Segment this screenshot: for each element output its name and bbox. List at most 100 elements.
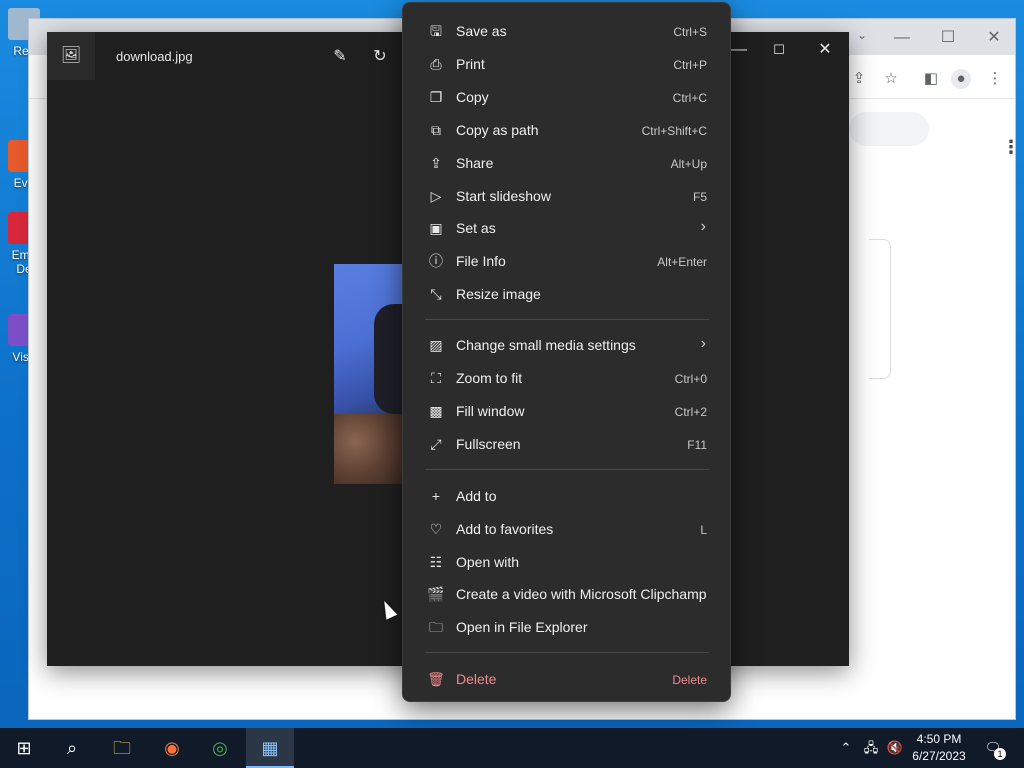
side-panel-icon[interactable]: ◧ xyxy=(921,69,941,89)
photos-taskbar-icon[interactable]: ▦ xyxy=(246,728,294,768)
menu-item-label: Change small media settings xyxy=(456,337,636,353)
context-menu: 🖫 Save as Ctrl+S ⎙ Print Ctrl+P ❐ Copy Ctrl+C ⧉ Co… xyxy=(402,2,731,702)
fill-window-icon: ▩ xyxy=(429,403,443,419)
menu-item-shortcut: Delete xyxy=(672,673,707,687)
menu-item-save-as[interactable]: 🖫 Save as Ctrl+S xyxy=(407,15,726,47)
media-settings-icon: ▨ xyxy=(429,337,443,353)
content-card xyxy=(869,239,891,379)
menu-item-add-to-favorites[interactable]: ♡ Add to favorites L xyxy=(407,513,726,545)
menu-item-shortcut: Ctrl+C xyxy=(672,91,707,105)
date-text: 6/27/2023 xyxy=(912,749,966,763)
menu-item-shortcut: Ctrl+P xyxy=(673,58,707,72)
chrome-close-icon[interactable]: ✕ xyxy=(971,25,1017,51)
menu-item-copy[interactable]: ❐ Copy Ctrl+C xyxy=(407,81,726,113)
show-hidden-icons-icon[interactable]: ⌃ xyxy=(836,728,856,768)
menu-item-shortcut: Ctrl+0 xyxy=(674,372,707,386)
menu-item-label: Add to favorites xyxy=(456,521,554,537)
menu-item-label: Copy xyxy=(456,89,489,105)
menu-item-delete[interactable]: 🗑 Delete Delete xyxy=(407,663,726,695)
fullscreen-icon: ⤢ xyxy=(430,436,442,452)
clock[interactable]: 4:50 PM 6/27/2023 xyxy=(906,731,972,765)
menu-item-label: Copy as path xyxy=(456,122,539,138)
share-page-icon[interactable]: ⇪ xyxy=(849,69,869,89)
menu-item-zoom-to-fit[interactable]: ⛶ Zoom to fit Ctrl+0 xyxy=(407,362,726,394)
rotate-icon[interactable]: ↻ xyxy=(369,46,391,68)
menu-item-create-a-video-with-microsoft-clipchamp[interactable]: 🎬 Create a video with Microsoft Clipchamp xyxy=(407,578,726,610)
chrome-maximize-icon[interactable]: ☐ xyxy=(925,25,971,51)
add-icon: + xyxy=(431,488,441,504)
menu-item-copy-as-path[interactable]: ⧉ Copy as path Ctrl+Shift+C xyxy=(407,114,726,146)
chevron-right-icon: › xyxy=(700,335,706,352)
menu-item-fullscreen[interactable]: ⤢ Fullscreen F11 xyxy=(407,428,726,460)
chevron-right-icon: › xyxy=(700,218,706,235)
menu-item-label: Open in File Explorer xyxy=(456,619,588,635)
menu-item-label: Add to xyxy=(456,488,497,504)
menu-item-label: Start slideshow xyxy=(456,188,551,204)
menu-item-print[interactable]: ⎙ Print Ctrl+P xyxy=(407,48,726,80)
menu-item-add-to[interactable]: + Add to xyxy=(407,480,726,512)
bookmark-star-icon[interactable]: ☆ xyxy=(881,69,901,89)
menu-item-set-as[interactable]: ▣ Set as › xyxy=(407,212,726,244)
displayed-photo xyxy=(334,264,404,484)
firefox-icon[interactable]: ◉ xyxy=(148,728,196,768)
resize-icon: ⤡ xyxy=(430,286,442,302)
close-icon[interactable]: ✕ xyxy=(805,38,845,62)
copy-icon: ❐ xyxy=(429,89,443,105)
menu-item-label: Delete xyxy=(456,671,497,687)
maximize-icon[interactable]: ☐ xyxy=(759,38,799,62)
menu-item-resize-image[interactable]: ⤡ Resize image xyxy=(407,278,726,310)
menu-item-shortcut: F5 xyxy=(692,190,707,204)
share-icon: ⇪ xyxy=(430,155,442,171)
file-name: download.jpg xyxy=(116,49,193,64)
menu-item-file-info[interactable]: ⓘ File Info Alt+Enter xyxy=(407,245,726,277)
chrome-minimize-icon[interactable]: — xyxy=(879,25,925,51)
taskbar: ⊞ ⌕ 🗀 ◉ ◎ ▦ ⌃ 🖧 🔇 4:50 PM 6/27/2023 🗨 1 xyxy=(0,728,1024,768)
menu-item-label: Resize image xyxy=(456,286,541,302)
photos-app-icon: 🖼 xyxy=(47,32,95,80)
menu-item-change-small-media-settings[interactable]: ▨ Change small media settings › xyxy=(407,329,726,361)
menu-separator xyxy=(425,319,709,320)
menu-item-start-slideshow[interactable]: ▷ Start slideshow F5 xyxy=(407,180,726,212)
menu-item-fill-window[interactable]: ▩ Fill window Ctrl+2 xyxy=(407,395,726,427)
print-icon: ⎙ xyxy=(430,56,442,72)
open-with-icon: ☷ xyxy=(429,554,443,570)
copy-path-icon: ⧉ xyxy=(431,122,441,138)
menu-item-label: Fullscreen xyxy=(456,436,521,452)
menu-item-open-with[interactable]: ☷ Open with xyxy=(407,546,726,578)
menu-item-shortcut: Ctrl+2 xyxy=(674,405,707,419)
menu-item-shortcut: Alt+Up xyxy=(670,157,707,171)
search-icon[interactable]: ⌕ xyxy=(48,728,96,768)
profile-avatar-icon[interactable]: ● xyxy=(951,69,971,89)
save-icon: 🖫 xyxy=(430,23,442,39)
search-pill[interactable] xyxy=(849,112,929,146)
start-button[interactable]: ⊞ xyxy=(0,728,48,768)
menu-item-label: Open with xyxy=(456,554,520,570)
menu-item-share[interactable]: ⇪ Share Alt+Up xyxy=(407,147,726,179)
network-icon[interactable]: 🖧 xyxy=(860,728,882,768)
menu-item-label: Fill window xyxy=(456,403,525,419)
menu-item-label: Print xyxy=(456,56,485,72)
menu-item-shortcut: L xyxy=(700,523,707,537)
menu-separator xyxy=(425,469,709,470)
menu-item-label: Set as xyxy=(456,220,496,236)
set-as-icon: ▣ xyxy=(429,220,443,236)
chrome-icon[interactable]: ◎ xyxy=(196,728,244,768)
info-icon: ⓘ xyxy=(429,253,443,269)
volume-icon[interactable]: 🔇 xyxy=(884,728,906,768)
page-kebab-icon[interactable]: ⋮ xyxy=(1001,137,1021,157)
slideshow-icon: ▷ xyxy=(430,188,442,204)
trash-icon: 🗑 xyxy=(427,671,445,687)
menu-item-shortcut: F11 xyxy=(687,438,707,452)
edit-image-icon[interactable]: ✎ xyxy=(329,46,351,68)
menu-item-open-in-file-explorer[interactable]: 🗀 Open in File Explorer xyxy=(407,611,726,643)
folder-icon: 🗀 xyxy=(429,619,443,635)
chrome-menu-icon[interactable]: ⋮ xyxy=(985,69,1005,89)
clipchamp-icon: 🎬 xyxy=(427,586,445,602)
menu-item-label: File Info xyxy=(456,253,506,269)
menu-item-shortcut: Ctrl+S xyxy=(673,25,707,39)
menu-item-label: Zoom to fit xyxy=(456,370,523,386)
file-explorer-icon[interactable]: 🗀 xyxy=(98,728,146,768)
menu-item-label: Create a video with Microsoft Clipchamp xyxy=(456,586,707,602)
notification-icon[interactable]: 🗨 1 xyxy=(980,728,1006,768)
heart-icon: ♡ xyxy=(429,521,443,537)
